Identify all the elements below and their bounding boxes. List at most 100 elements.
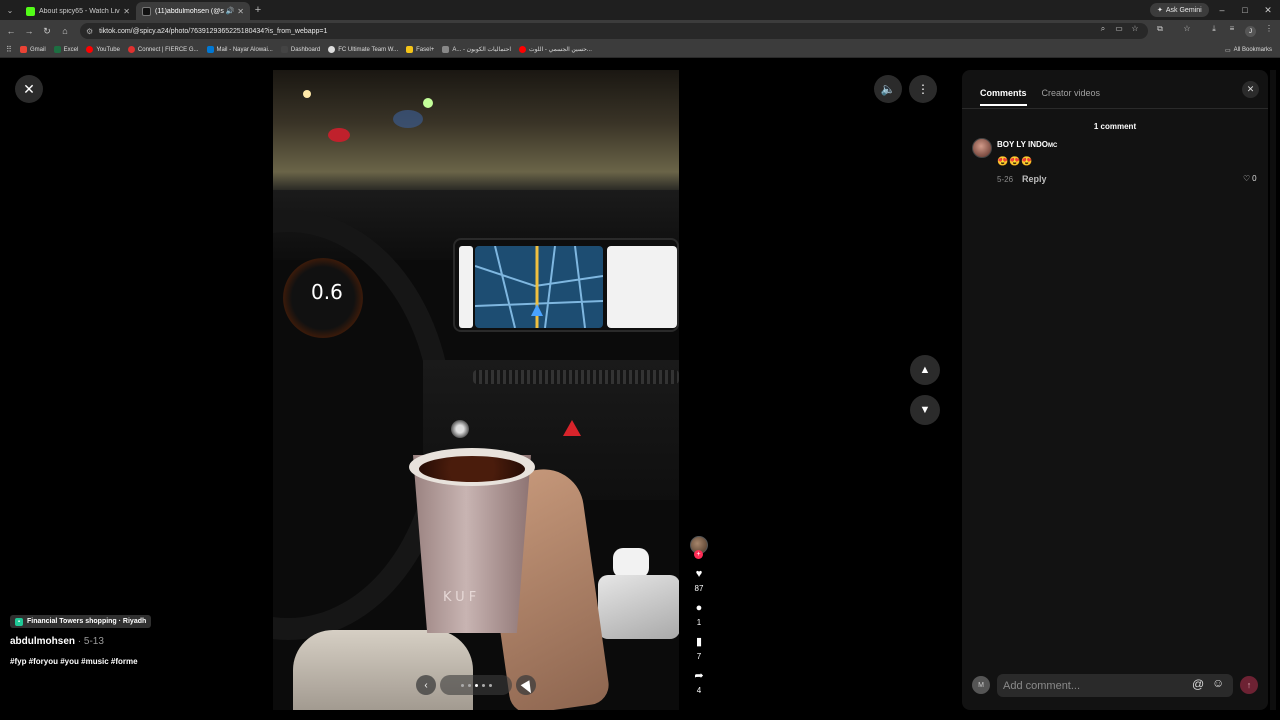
- reload-icon[interactable]: ↻: [38, 26, 56, 37]
- save-button[interactable]: ▮ 7: [686, 636, 712, 662]
- bookmark-item[interactable]: Connect | FIERCE G...: [127, 46, 199, 53]
- photo-charging-pad: [598, 575, 679, 639]
- post-author[interactable]: abdulmohsen · 5-13: [10, 636, 104, 647]
- comment-placeholder: Add comment...: [1003, 679, 1081, 692]
- toolbar: ← → ↻ ⌂ ⚙ tiktok.com/@spicy.a24/photo/76…: [0, 20, 1280, 42]
- like-button[interactable]: ♥ 87: [686, 569, 712, 594]
- address-bar[interactable]: ⚙ tiktok.com/@spicy.a24/photo/7639129365…: [80, 23, 1148, 39]
- address-url: tiktok.com/@spicy.a24/photo/763912936522…: [99, 27, 328, 35]
- bookmark-item[interactable]: YouTube: [86, 46, 120, 53]
- download-icon[interactable]: ⤓: [1207, 24, 1221, 34]
- window-close-button[interactable]: ✕: [1257, 0, 1279, 20]
- photo-speed-readout: 0.6: [311, 280, 343, 304]
- more-options-icon[interactable]: ⋮: [909, 75, 937, 103]
- zoom-icon[interactable]: ⌕: [1097, 24, 1109, 34]
- next-post-button[interactable]: ▼: [910, 395, 940, 425]
- maximize-button[interactable]: □: [1234, 0, 1256, 20]
- menu-icon[interactable]: ⋮: [1262, 24, 1276, 33]
- bookmark-item[interactable]: Dashboard: [280, 46, 320, 53]
- like-count: 87: [694, 584, 704, 593]
- photo-taillight: [328, 128, 350, 142]
- photo-cup-logo: KUF: [443, 590, 481, 605]
- carousel-dot[interactable]: [467, 683, 471, 687]
- all-bookmarks-button[interactable]: ▭ All Bookmarks: [1225, 42, 1272, 58]
- send-comment-button[interactable]: ↑: [1240, 676, 1258, 694]
- follow-plus-icon[interactable]: +: [694, 550, 703, 559]
- back-icon[interactable]: ←: [2, 26, 20, 36]
- author-name[interactable]: abdulmohsen: [10, 636, 75, 647]
- chevron-down-icon: ▼: [919, 404, 931, 416]
- profile-avatar[interactable]: J: [1245, 26, 1256, 37]
- bookmark-item[interactable]: Gmail: [20, 46, 46, 53]
- carousel-dot[interactable]: [460, 683, 464, 687]
- emoji-icon[interactable]: ☺: [1212, 676, 1224, 690]
- bookmark-icon[interactable]: ☆: [1180, 24, 1194, 33]
- site-info-icon[interactable]: ⚙: [86, 27, 93, 36]
- kick-favicon-icon: [26, 6, 35, 16]
- previous-post-button[interactable]: ▲: [910, 355, 940, 385]
- reply-button[interactable]: Reply: [1022, 174, 1047, 184]
- tab-strip: ⌄ About spicy65 - Watch Live on ✕ (11)ab…: [0, 0, 1280, 20]
- photo-seat: [293, 630, 473, 710]
- bookmark-item[interactable]: Mail - Nayar Alowai...: [206, 46, 273, 53]
- carousel-dot[interactable]: [481, 683, 485, 687]
- new-tab-button[interactable]: +: [250, 4, 266, 16]
- post-photo[interactable]: 0.6 KUF: [273, 70, 679, 710]
- comment-date: 5-26: [997, 175, 1014, 184]
- carousel-prev-button[interactable]: ‹: [416, 675, 436, 695]
- comment-button[interactable]: ● 1: [686, 602, 712, 628]
- mention-icon[interactable]: @: [1192, 677, 1204, 691]
- bookmark-item[interactable]: Fasel+: [406, 46, 434, 53]
- comment-icon: ●: [695, 602, 703, 614]
- photo-tea: [419, 456, 525, 482]
- share-button[interactable]: ➦ 4: [686, 670, 712, 696]
- volume-icon[interactable]: 🔈: [874, 75, 902, 103]
- panel-tabs: Comments Creator videos: [980, 88, 1100, 106]
- tab-kick[interactable]: About spicy65 - Watch Live on ✕: [20, 2, 136, 20]
- tab-search-icon[interactable]: ⌄: [0, 0, 20, 20]
- extensions-icon[interactable]: ⧉: [1153, 24, 1167, 34]
- cast-icon[interactable]: ▭: [1113, 24, 1125, 33]
- forward-icon[interactable]: →: [20, 26, 38, 36]
- bookmark-item[interactable]: Excel: [53, 46, 78, 53]
- tab-close-icon[interactable]: ✕: [237, 7, 244, 16]
- reading-list-icon[interactable]: ≡: [1225, 24, 1239, 33]
- tiktok-favicon-icon: [142, 6, 151, 16]
- carousel-dot[interactable]: [474, 683, 478, 687]
- carousel-indicator: [440, 675, 512, 695]
- close-panel-button[interactable]: ✕: [1242, 81, 1259, 98]
- comment-like-button[interactable]: ♡ 0: [1243, 174, 1257, 183]
- folder-icon: ▭: [1224, 47, 1231, 54]
- photo-hazard-button: [563, 420, 581, 436]
- tab-close-icon[interactable]: ✕: [123, 7, 130, 16]
- bookmark-item[interactable]: FC Ultimate Team W...: [328, 46, 398, 53]
- carousel-dot[interactable]: [488, 683, 492, 687]
- tab-tiktok[interactable]: (11)abdulmohsen (@spicy. 🔊 ✕: [136, 2, 250, 20]
- commenter-avatar[interactable]: [972, 138, 992, 158]
- comment-count: 1: [696, 618, 702, 627]
- ask-gemini-button[interactable]: ✦ Ask Gemini: [1150, 3, 1209, 17]
- bookmark-star-icon[interactable]: ☆: [1129, 24, 1141, 33]
- location-tag[interactable]: ▪ Financial Towers shopping · Riyadh: [10, 615, 152, 628]
- bookmark-icon: ▮: [695, 636, 703, 648]
- bookmark-item[interactable]: A... - احتماليات الكوبون: [442, 46, 511, 53]
- tab-creator-videos[interactable]: Creator videos: [1042, 88, 1101, 106]
- photo-streetlight: [423, 98, 433, 108]
- comment-text: 😍😍😍: [997, 156, 1034, 166]
- divider: [962, 108, 1268, 109]
- tab-title: (11)abdulmohsen (@spicy.: [155, 7, 224, 15]
- share-icon: ➦: [694, 670, 704, 682]
- bookmark-item[interactable]: حسين الجسمي - اللوت...: [519, 46, 592, 53]
- tab-comments[interactable]: Comments: [980, 88, 1027, 106]
- home-icon[interactable]: ⌂: [56, 26, 74, 36]
- photo-air-vent: [473, 370, 679, 384]
- close-viewer-button[interactable]: ✕: [15, 75, 43, 103]
- tab-audio-icon[interactable]: 🔊: [226, 7, 235, 15]
- commenter-name[interactable]: BOY LY INDOMC: [997, 140, 1057, 149]
- post-caption[interactable]: #fyp #foryou #you #music #forme: [10, 657, 138, 666]
- page-scrollbar[interactable]: [1270, 70, 1276, 710]
- minimize-button[interactable]: –: [1211, 0, 1233, 20]
- apps-icon[interactable]: ⠿: [6, 45, 20, 54]
- location-pin-icon: ▪: [15, 617, 23, 626]
- comment-like-count: 0: [1252, 174, 1257, 183]
